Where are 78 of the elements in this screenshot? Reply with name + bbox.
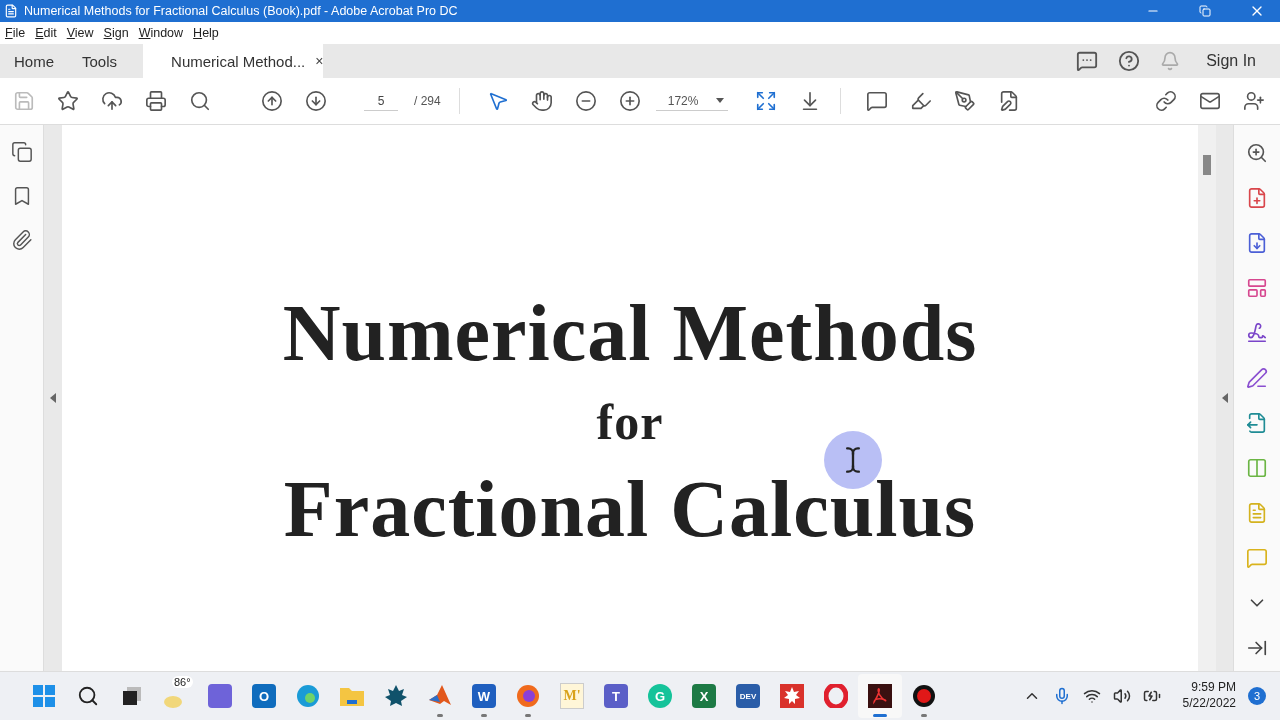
windows-icon[interactable] xyxy=(32,684,56,708)
document-title: Fractional Calculus xyxy=(283,469,977,549)
help-icon[interactable] xyxy=(1118,50,1141,72)
hand-icon[interactable] xyxy=(529,89,554,113)
add-user-icon[interactable] xyxy=(1242,89,1266,113)
pdf-icon xyxy=(4,4,18,18)
browser-icon[interactable] xyxy=(516,684,540,708)
close-tab-button[interactable]: × xyxy=(315,53,324,69)
taskbar-button[interactable]: W xyxy=(462,674,506,718)
search-icon[interactable] xyxy=(77,685,99,707)
taskbar-button[interactable]: T xyxy=(594,674,638,718)
menu-item[interactable]: File xyxy=(5,26,26,40)
menu-item[interactable]: Edit xyxy=(35,26,57,40)
paperclip-icon[interactable] xyxy=(10,229,33,251)
window-title: Numerical Methods for Fractional Calculus (Book).pdf - Adobe Acrobat Pro DC xyxy=(24,4,459,18)
scroll-thumb[interactable] xyxy=(1203,155,1211,175)
wifi-icon[interactable] xyxy=(1082,687,1101,705)
arrow-up-icon[interactable] xyxy=(260,89,284,113)
document-title: for xyxy=(596,397,664,447)
page-total: / 294 xyxy=(414,94,441,108)
caret-icon[interactable] xyxy=(715,98,724,103)
clock-time[interactable]: 9:59 PM xyxy=(1191,680,1236,696)
app-icon[interactable]: W xyxy=(472,684,496,708)
pen-icon[interactable] xyxy=(1245,366,1269,390)
arrow-down-icon[interactable] xyxy=(304,89,328,113)
tab[interactable]: Tools xyxy=(68,44,132,78)
taskbar-button[interactable]: O xyxy=(242,674,286,718)
pdf-app-icon[interactable] xyxy=(868,684,892,708)
running-indicator xyxy=(873,714,887,717)
app-icon[interactable]: O xyxy=(252,684,276,708)
menu-item[interactable]: Window xyxy=(138,26,184,40)
pen-icon[interactable] xyxy=(952,89,977,113)
document-title: Numerical Methods xyxy=(282,293,978,373)
running-indicator xyxy=(437,714,443,717)
link-icon[interactable] xyxy=(1154,89,1178,113)
app-icon[interactable]: T xyxy=(604,684,628,708)
sign-in-link[interactable]: Sign In xyxy=(1206,52,1256,70)
comment-icon[interactable] xyxy=(864,89,889,113)
taskbar-button[interactable]: 86° xyxy=(154,674,198,718)
running-indicator xyxy=(481,714,487,717)
zoom-dropdown[interactable]: 172% xyxy=(655,91,728,111)
restore-icon[interactable] xyxy=(1199,5,1211,17)
collapse-arrow-icon[interactable] xyxy=(1221,393,1228,403)
peak-icon[interactable] xyxy=(428,684,452,708)
app-icon[interactable]: X xyxy=(692,684,716,708)
minus-icon[interactable] xyxy=(573,89,598,113)
notification-badge[interactable]: 3 xyxy=(1248,687,1266,705)
tab[interactable]: Numerical Method... × xyxy=(143,44,324,78)
cloud-upload-icon[interactable] xyxy=(100,89,124,113)
zoom-icon[interactable] xyxy=(1245,141,1269,165)
star-icon[interactable] xyxy=(56,89,80,113)
running-indicator xyxy=(921,714,927,717)
menu-item[interactable]: Sign xyxy=(103,26,129,40)
menu-item[interactable]: Help xyxy=(193,26,219,40)
search-icon[interactable] xyxy=(188,89,212,113)
tab[interactable]: Home xyxy=(0,44,68,78)
page-number-field[interactable]: 5 xyxy=(364,91,398,111)
ring-icon[interactable] xyxy=(824,684,848,708)
folder-icon[interactable] xyxy=(339,685,365,707)
task-view-icon[interactable] xyxy=(121,685,143,707)
running-indicator xyxy=(525,714,531,717)
taskbar-button[interactable]: X xyxy=(682,674,726,718)
pages-icon[interactable] xyxy=(10,141,33,163)
chat-icon[interactable] xyxy=(1076,50,1099,72)
taskbar-button[interactable]: DEV xyxy=(726,674,770,718)
plus-icon[interactable] xyxy=(617,89,642,113)
record-icon[interactable] xyxy=(912,684,936,708)
clock-date[interactable]: 5/22/2022 xyxy=(1182,696,1236,712)
layout-icon[interactable] xyxy=(1245,276,1269,300)
taskbar-button[interactable] xyxy=(858,674,902,718)
signature-icon[interactable] xyxy=(1245,321,1269,345)
volume-icon[interactable] xyxy=(1112,687,1131,705)
app-icon[interactable]: DEV xyxy=(736,684,760,708)
collapse-arrow-icon[interactable] xyxy=(50,393,56,403)
menu-item[interactable]: View xyxy=(66,26,94,40)
tab-label: Numerical Method... xyxy=(171,52,306,70)
printer-icon[interactable] xyxy=(144,89,168,113)
temperature: 86° xyxy=(172,676,193,688)
